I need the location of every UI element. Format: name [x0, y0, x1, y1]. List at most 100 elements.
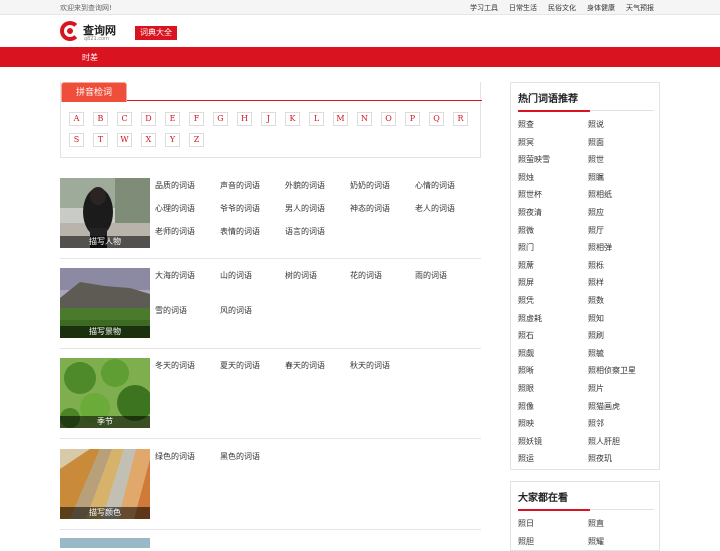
word-link[interactable]: 声音的词语 — [220, 180, 285, 190]
word-link[interactable]: 秋天的词语 — [350, 360, 415, 370]
hot-word-link[interactable]: 照妖镜 — [518, 436, 588, 446]
hot-word-link[interactable]: 照知 — [588, 313, 654, 323]
word-link[interactable]: 冬天的词语 — [155, 360, 220, 370]
hot-word-link[interactable]: 照门 — [518, 242, 588, 252]
hot-word-link[interactable]: 照毓 — [588, 348, 654, 358]
hot-word-link[interactable]: 照晰 — [518, 365, 588, 375]
letter-q[interactable]: Q — [429, 112, 444, 126]
hot-word-link[interactable]: 照虚耗 — [518, 313, 588, 323]
hot-word-link[interactable]: 照眼 — [518, 383, 588, 393]
letter-n[interactable]: N — [357, 112, 372, 126]
hot-word-link[interactable]: 照相侦察卫星 — [588, 365, 654, 375]
letter-m[interactable]: M — [333, 112, 348, 126]
hot-word-link[interactable]: 照邻 — [588, 418, 654, 428]
word-link[interactable]: 雨的词语 — [415, 270, 480, 280]
letter-s[interactable]: S — [69, 133, 84, 147]
word-link[interactable]: 语言的词语 — [285, 226, 350, 236]
hot-word-link[interactable]: 照微 — [518, 225, 588, 235]
word-link[interactable]: 花的词语 — [350, 270, 415, 280]
category-scenery-image[interactable]: 描写景物 — [60, 268, 150, 338]
letter-c[interactable]: C — [117, 112, 132, 126]
hot-word-link[interactable]: 照凭 — [518, 295, 588, 305]
word-link[interactable]: 黑色的词语 — [220, 451, 285, 461]
hot-word-link[interactable]: 照栎 — [588, 260, 654, 270]
letter-f[interactable]: F — [189, 112, 204, 126]
letter-l[interactable]: L — [309, 112, 324, 126]
dictionary-button[interactable]: 词典大全 — [135, 26, 177, 40]
word-link[interactable]: 外貌的词语 — [285, 180, 350, 190]
top-nav-learning-tools[interactable]: 学习工具 — [470, 3, 498, 13]
pinyin-tab[interactable]: 拼音检词 — [61, 82, 127, 102]
word-link[interactable]: 树的词语 — [285, 270, 350, 280]
letter-k[interactable]: K — [285, 112, 300, 126]
category-colors-image[interactable]: 描写颜色 — [60, 449, 150, 519]
hot-word-link[interactable]: 照萤映雪 — [518, 154, 588, 164]
letter-j[interactable]: J — [261, 112, 276, 126]
letter-o[interactable]: O — [381, 112, 396, 126]
hot-word-link[interactable]: 照像 — [518, 401, 588, 411]
popular-word-link[interactable]: 照日 — [518, 518, 588, 528]
letter-w[interactable]: W — [117, 133, 132, 147]
hot-word-link[interactable]: 照夜玑 — [588, 453, 654, 463]
hot-word-link[interactable]: 照烛 — [518, 172, 588, 182]
word-link[interactable]: 心情的词语 — [415, 180, 480, 190]
hot-word-link[interactable]: 照样 — [588, 277, 654, 287]
word-link[interactable]: 爷爷的词语 — [220, 203, 285, 213]
site-logo[interactable]: 查询网 q821.com — [60, 20, 120, 44]
hot-word-link[interactable]: 照应 — [588, 207, 654, 217]
hot-word-link[interactable]: 照夜清 — [518, 207, 588, 217]
hot-word-link[interactable]: 照运 — [518, 453, 588, 463]
word-link[interactable]: 大海的词语 — [155, 270, 220, 280]
hot-word-link[interactable]: 照相纸 — [588, 189, 654, 199]
hot-word-link[interactable]: 照觑 — [518, 348, 588, 358]
hot-word-link[interactable]: 照映 — [518, 418, 588, 428]
hot-word-link[interactable]: 照厅 — [588, 225, 654, 235]
letter-d[interactable]: D — [141, 112, 156, 126]
letter-g[interactable]: G — [213, 112, 228, 126]
word-link[interactable]: 雪的词语 — [155, 305, 220, 315]
word-link[interactable]: 心理的词语 — [155, 203, 220, 213]
category-seasons-image[interactable]: 季节 — [60, 358, 150, 428]
popular-word-link[interactable]: 照直 — [588, 518, 654, 528]
top-nav-folk-culture[interactable]: 民俗文化 — [548, 3, 576, 13]
letter-r[interactable]: R — [453, 112, 468, 126]
letter-x[interactable]: X — [141, 133, 156, 147]
hot-word-link[interactable]: 照相弹 — [588, 242, 654, 252]
word-link[interactable]: 风的词语 — [220, 305, 285, 315]
word-link[interactable]: 品质的词语 — [155, 180, 220, 190]
hot-word-link[interactable]: 照片 — [588, 383, 654, 393]
letter-a[interactable]: A — [69, 112, 84, 126]
word-link[interactable]: 男人的词语 — [285, 203, 350, 213]
hot-word-link[interactable]: 照石 — [518, 330, 588, 340]
hot-word-link[interactable]: 照蓆 — [518, 260, 588, 270]
hot-word-link[interactable]: 照人肝胆 — [588, 436, 654, 446]
hot-word-link[interactable]: 照冥 — [518, 137, 588, 147]
hot-word-link[interactable]: 照面 — [588, 137, 654, 147]
letter-t[interactable]: T — [93, 133, 108, 147]
hot-word-link[interactable]: 照猫画虎 — [588, 401, 654, 411]
word-link[interactable]: 绿色的词语 — [155, 451, 220, 461]
letter-z[interactable]: Z — [189, 133, 204, 147]
word-link[interactable]: 神态的词语 — [350, 203, 415, 213]
word-link[interactable]: 老人的词语 — [415, 203, 480, 213]
letter-e[interactable]: E — [165, 112, 180, 126]
hot-word-link[interactable]: 照数 — [588, 295, 654, 305]
breadcrumb[interactable]: 时差 — [82, 52, 98, 63]
letter-h[interactable]: H — [237, 112, 252, 126]
top-nav-weather[interactable]: 天气预报 — [626, 3, 654, 13]
hot-word-link[interactable]: 照刷 — [588, 330, 654, 340]
hot-word-link[interactable]: 照世 — [588, 154, 654, 164]
popular-word-link[interactable]: 照胆 — [518, 536, 588, 546]
word-link[interactable]: 表情的词语 — [220, 226, 285, 236]
word-link[interactable]: 春天的词语 — [285, 360, 350, 370]
word-link[interactable]: 山的词语 — [220, 270, 285, 280]
word-link[interactable]: 奶奶的词语 — [350, 180, 415, 190]
word-link[interactable]: 夏天的词语 — [220, 360, 285, 370]
hot-word-link[interactable]: 照瞩 — [588, 172, 654, 182]
letter-p[interactable]: P — [405, 112, 420, 126]
hot-word-link[interactable]: 照屏 — [518, 277, 588, 287]
hot-word-link[interactable]: 照说 — [588, 119, 654, 129]
hot-word-link[interactable]: 照世杯 — [518, 189, 588, 199]
letter-y[interactable]: Y — [165, 133, 180, 147]
hot-word-link[interactable]: 照查 — [518, 119, 588, 129]
